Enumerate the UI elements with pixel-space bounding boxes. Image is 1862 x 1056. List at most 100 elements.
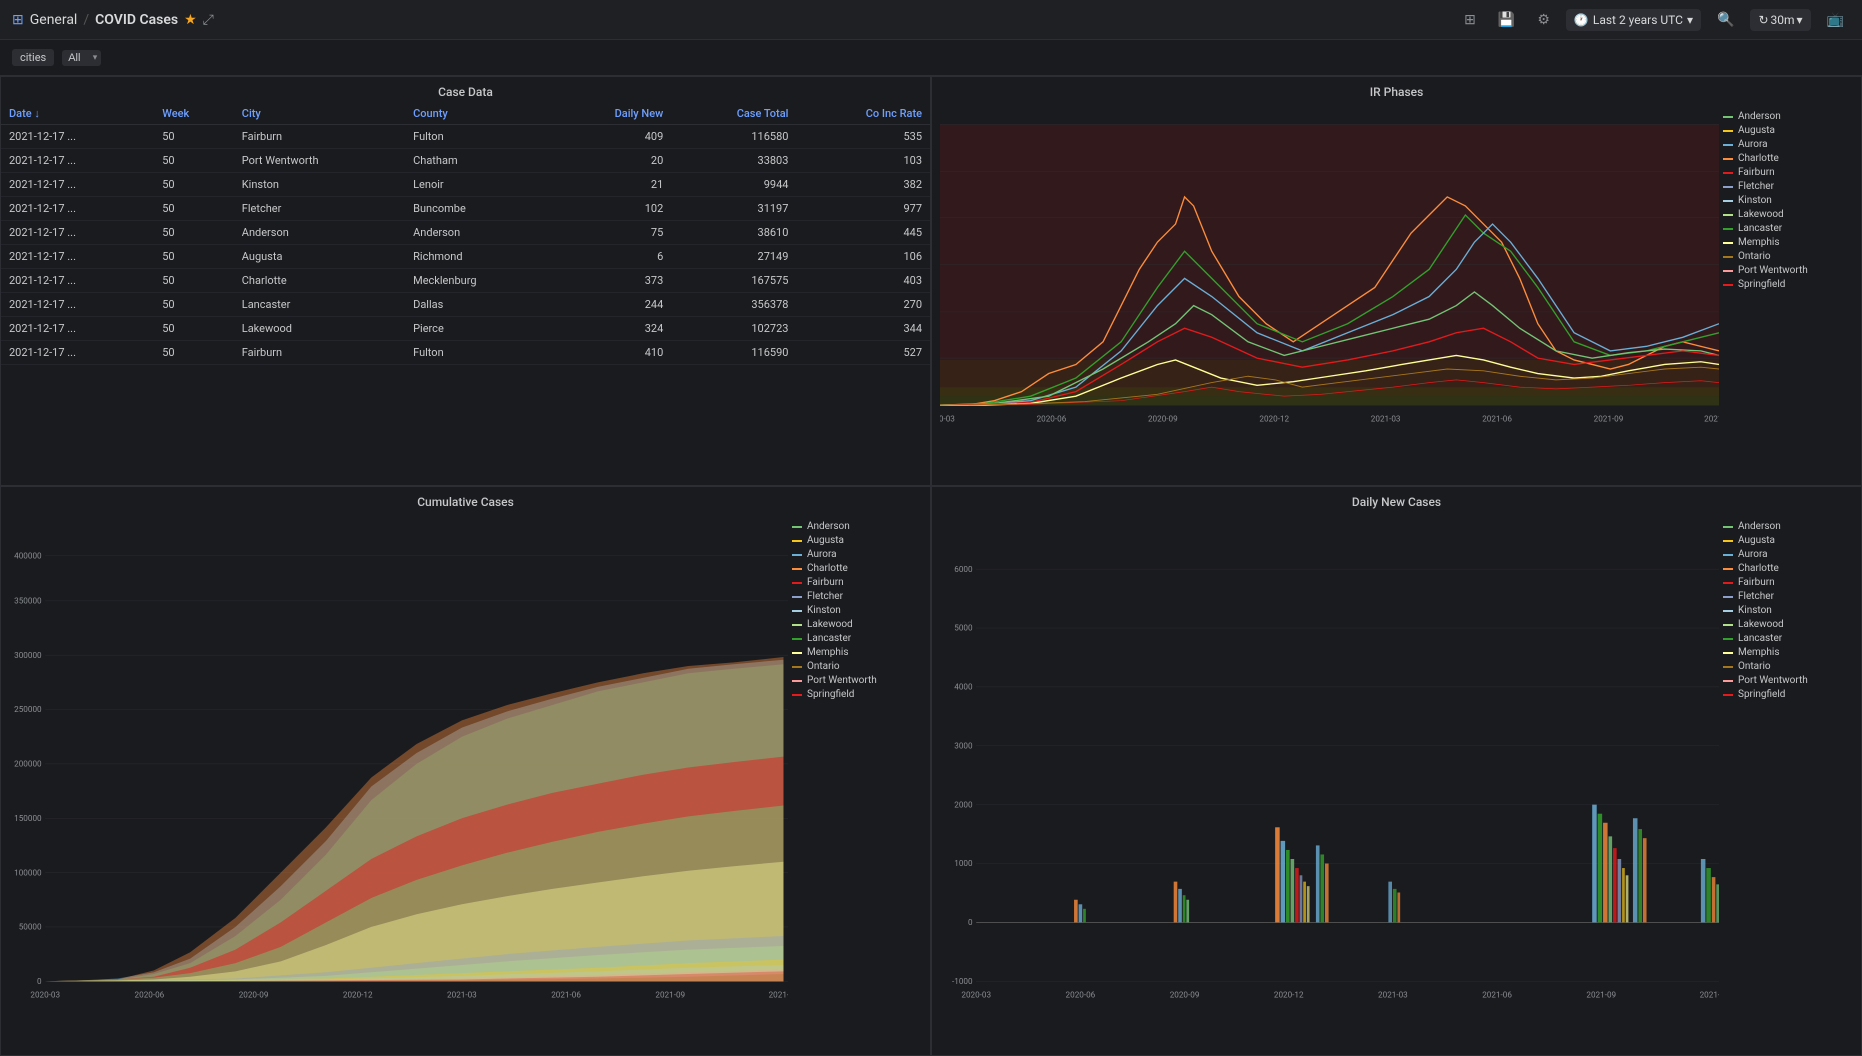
legend-label: Ontario [807, 661, 840, 672]
legend-label: Fletcher [1738, 181, 1774, 192]
legend-item[interactable]: Lakewood [792, 619, 922, 630]
table-cell: 977 [796, 197, 930, 221]
legend-item[interactable]: Charlotte [792, 563, 922, 574]
legend-item[interactable]: Fletcher [1723, 181, 1853, 192]
legend-item[interactable]: Charlotte [1723, 563, 1853, 574]
table-cell: Kinston [234, 173, 405, 197]
filter-select-wrap[interactable]: All [62, 50, 101, 66]
breadcrumb-parent[interactable]: General [30, 12, 78, 28]
legend-color [1723, 624, 1733, 626]
svg-text:50000: 50000 [19, 922, 42, 932]
legend-item[interactable]: Lakewood [1723, 209, 1853, 220]
legend-item[interactable]: Ontario [1723, 251, 1853, 262]
star-icon[interactable]: ★ [184, 12, 197, 28]
col-city[interactable]: City [234, 103, 405, 125]
legend-color [792, 666, 802, 668]
legend-item[interactable]: Ontario [1723, 661, 1853, 672]
svg-text:2021-12: 2021-12 [769, 990, 788, 1000]
table-cell: 116580 [671, 125, 796, 149]
legend-item[interactable]: Lancaster [1723, 223, 1853, 234]
legend-item[interactable]: Kinston [1723, 195, 1853, 206]
col-case-total[interactable]: Case Total [671, 103, 796, 125]
legend-label: Fairburn [1738, 577, 1775, 588]
col-daily-new[interactable]: Daily New [552, 103, 672, 125]
svg-text:3000: 3000 [954, 740, 973, 750]
legend-label: Fairburn [807, 577, 844, 588]
legend-item[interactable]: Port Wentworth [792, 675, 922, 686]
legend-color [1723, 596, 1733, 598]
legend-label: Springfield [807, 689, 854, 700]
legend-item[interactable]: Springfield [792, 689, 922, 700]
legend-label: Memphis [1738, 237, 1780, 248]
legend-item[interactable]: Augusta [1723, 125, 1853, 136]
legend-item[interactable]: Port Wentworth [1723, 675, 1853, 686]
legend-item[interactable]: Memphis [1723, 237, 1853, 248]
table-cell: 2021-12-17 ... [1, 149, 154, 173]
col-date[interactable]: Date ↓ [1, 103, 154, 125]
legend-item[interactable]: Springfield [1723, 689, 1853, 700]
legend-item[interactable]: Augusta [792, 535, 922, 546]
share-icon[interactable]: ⤢ [203, 12, 214, 28]
filter-tag: cities [12, 49, 54, 66]
legend-label: Port Wentworth [807, 675, 877, 686]
legend-item[interactable]: Anderson [792, 521, 922, 532]
legend-item[interactable]: Anderson [1723, 111, 1853, 122]
svg-text:2021-12: 2021-12 [1704, 414, 1719, 424]
col-co-inc-rate[interactable]: Co Inc Rate [796, 103, 930, 125]
table-cell: 116590 [671, 341, 796, 365]
table-wrap[interactable]: Date ↓ Week City County Daily New Case T… [1, 103, 930, 485]
cumulative-chart-area: 0 50000 100000 150000 200000 250000 3000… [9, 517, 788, 1047]
legend-label: Lancaster [1738, 633, 1782, 644]
legend-item[interactable]: Memphis [1723, 647, 1853, 658]
table-cell: 2021-12-17 ... [1, 317, 154, 341]
breadcrumb-current: COVID Cases [95, 12, 178, 28]
tv-mode-button[interactable]: 📺 [1821, 7, 1850, 32]
legend-color [792, 624, 802, 626]
legend-item[interactable]: Aurora [1723, 549, 1853, 560]
svg-text:2020-12: 2020-12 [343, 990, 373, 1000]
legend-label: Anderson [1738, 111, 1781, 122]
save-button[interactable]: 💾 [1492, 7, 1521, 32]
legend-item[interactable]: Fletcher [792, 591, 922, 602]
legend-item[interactable]: Ontario [792, 661, 922, 672]
legend-item[interactable]: Fairburn [1723, 577, 1853, 588]
legend-item[interactable]: Fletcher [1723, 591, 1853, 602]
legend-item[interactable]: Lakewood [1723, 619, 1853, 630]
legend-item[interactable]: Kinston [1723, 605, 1853, 616]
legend-item[interactable]: Memphis [792, 647, 922, 658]
legend-label: Aurora [807, 549, 837, 560]
legend-item[interactable]: Aurora [792, 549, 922, 560]
table-cell: Fairburn [234, 341, 405, 365]
legend-item[interactable]: Springfield [1723, 279, 1853, 290]
legend-color [1723, 694, 1733, 696]
time-range-picker[interactable]: 🕐 Last 2 years UTC ▾ [1566, 9, 1701, 31]
legend-item[interactable]: Lancaster [792, 633, 922, 644]
legend-item[interactable]: Charlotte [1723, 153, 1853, 164]
settings-button[interactable]: ⚙ [1531, 7, 1556, 32]
refresh-interval-picker[interactable]: ↻ 30m ▾ [1750, 9, 1810, 31]
legend-color [1723, 228, 1733, 230]
col-week[interactable]: Week [154, 103, 234, 125]
legend-label: Charlotte [1738, 563, 1779, 574]
legend-label: Memphis [807, 647, 849, 658]
filter-dropdown[interactable]: All [62, 50, 101, 66]
legend-color [1723, 610, 1733, 612]
legend-color [1723, 652, 1733, 654]
legend-item[interactable]: Fairburn [792, 577, 922, 588]
legend-color [1723, 186, 1733, 188]
zoom-out-button[interactable]: 🔍 [1711, 7, 1740, 32]
ir-phases-panel: IR Phases [931, 76, 1862, 486]
legend-item[interactable]: Aurora [1723, 139, 1853, 150]
add-panel-button[interactable]: ⊞ [1458, 7, 1482, 32]
legend-item[interactable]: Kinston [792, 605, 922, 616]
legend-item[interactable]: Port Wentworth [1723, 265, 1853, 276]
svg-text:2020-03: 2020-03 [30, 990, 60, 1000]
legend-item[interactable]: Lancaster [1723, 633, 1853, 644]
legend-item[interactable]: Anderson [1723, 521, 1853, 532]
daily-chart-content: -1000 0 1000 2000 3000 4000 5000 6000 20… [932, 513, 1861, 1055]
col-county[interactable]: County [405, 103, 552, 125]
legend-item[interactable]: Fairburn [1723, 167, 1853, 178]
legend-item[interactable]: Augusta [1723, 535, 1853, 546]
svg-text:250000: 250000 [14, 704, 42, 714]
legend-color [1723, 540, 1733, 542]
